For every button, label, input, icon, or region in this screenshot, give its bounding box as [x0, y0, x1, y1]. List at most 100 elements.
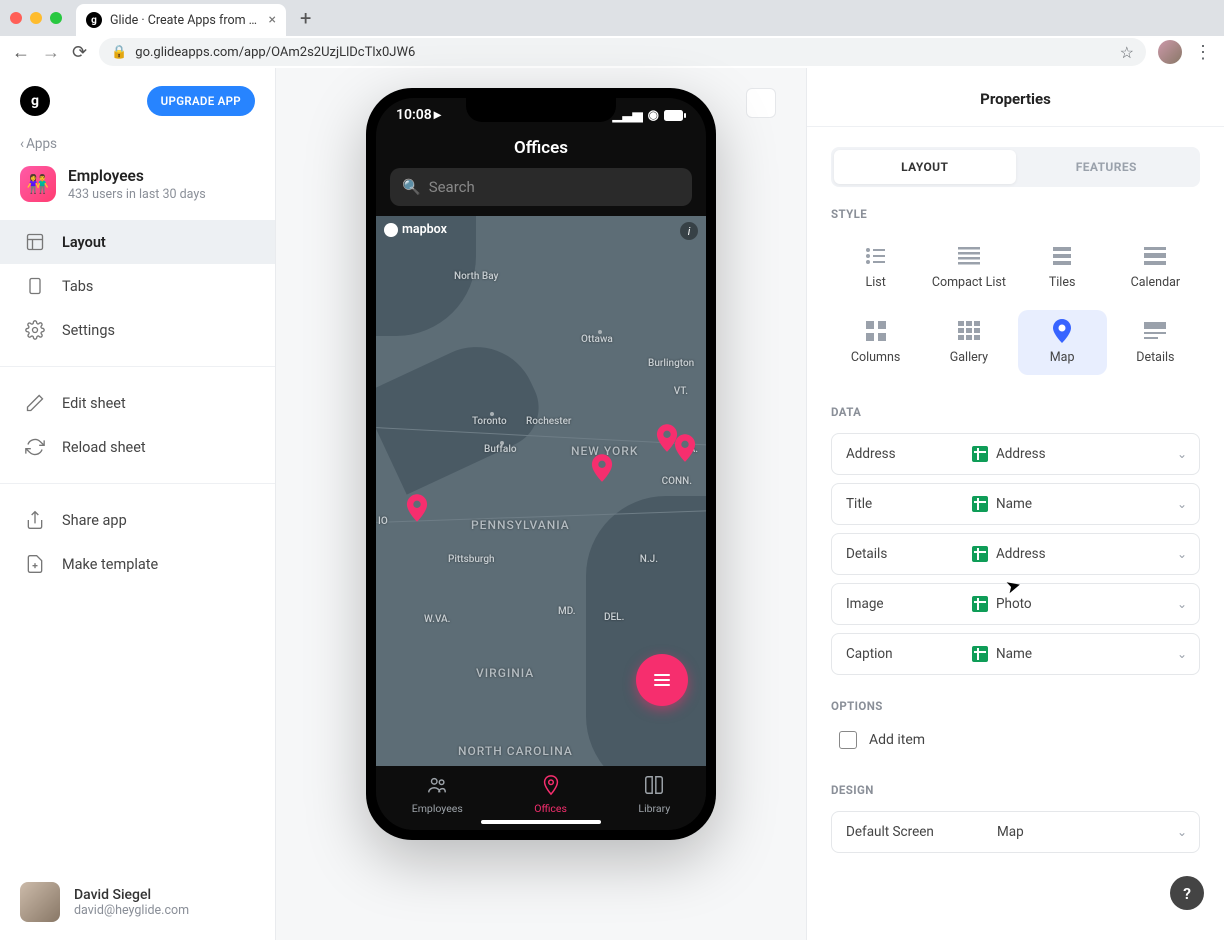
sheet-icon — [972, 496, 988, 512]
data-label: Details — [832, 546, 972, 562]
compact-list-style-icon — [956, 245, 982, 267]
app-subtitle: 433 users in last 30 days — [68, 187, 206, 202]
design-default-screen[interactable]: Default Screen Map⌄ — [831, 811, 1200, 853]
window-controls[interactable] — [10, 12, 62, 24]
chevron-down-icon: ⌄ — [1177, 547, 1187, 561]
style-label: Compact List — [932, 275, 1006, 290]
back-to-apps[interactable]: ‹ Apps — [0, 116, 275, 166]
chevron-down-icon: ⌄ — [1177, 497, 1187, 511]
tab-features[interactable]: FEATURES — [1016, 150, 1198, 184]
map-label: PENNSYLVANIA — [471, 518, 570, 532]
style-details[interactable]: Details — [1111, 310, 1200, 375]
maximize-window-icon[interactable] — [50, 12, 62, 24]
data-label: Image — [832, 596, 972, 612]
minimize-window-icon[interactable] — [30, 12, 42, 24]
checkbox-icon[interactable] — [839, 731, 857, 749]
sidebar-item-layout[interactable]: Layout — [0, 220, 275, 264]
sidebar-item-tabs[interactable]: Tabs — [0, 264, 275, 308]
profile-avatar[interactable] — [1158, 40, 1182, 64]
style-label: Gallery — [950, 350, 988, 365]
close-tab-icon[interactable]: × — [269, 12, 276, 28]
search-placeholder: Search — [429, 178, 475, 196]
new-tab-button[interactable]: + — [300, 6, 311, 30]
user-footer[interactable]: David Siegel david@heyglide.com — [0, 864, 275, 940]
tab-label: Offices — [534, 802, 567, 815]
refresh-icon — [24, 437, 46, 457]
reload-icon[interactable]: ⟳ — [72, 42, 87, 63]
data-row-address[interactable]: Address Address⌄ — [831, 433, 1200, 475]
phone-notch — [466, 98, 616, 122]
map-label: NORTH CAROLINA — [458, 744, 573, 758]
tab-library[interactable]: Library — [638, 774, 670, 815]
style-calendar[interactable]: Calendar — [1111, 235, 1200, 300]
chevron-down-icon: ⌄ — [1177, 597, 1187, 611]
map-label: VT. — [674, 386, 688, 397]
tab-title: Glide · Create Apps from Goog — [110, 13, 263, 28]
map-pin-icon[interactable] — [591, 454, 613, 482]
map-info-icon[interactable]: i — [680, 222, 698, 240]
forward-icon[interactable]: → — [42, 42, 60, 63]
list-fab-button[interactable] — [636, 654, 688, 706]
map-pin-icon[interactable] — [406, 494, 428, 522]
help-button[interactable]: ? — [1170, 876, 1204, 910]
map-pin-icon[interactable] — [674, 434, 696, 462]
mapbox-logo-icon — [384, 223, 398, 237]
sidebar-item-label: Make template — [62, 556, 158, 573]
screen-title: Offices — [376, 132, 706, 168]
sidebar-item-settings[interactable]: Settings — [0, 308, 275, 352]
bookmark-star-icon[interactable]: ☆ — [1120, 43, 1134, 62]
data-row-details[interactable]: Details Address⌄ — [831, 533, 1200, 575]
sidebar-item-share-app[interactable]: Share app — [0, 498, 275, 542]
url-text: go.glideapps.com/app/OAm2s2UzjLlDcTlx0JW… — [135, 45, 415, 60]
browser-tab[interactable]: g Glide · Create Apps from Goog × — [76, 4, 286, 36]
map-label: Ottawa — [581, 334, 613, 345]
sidebar-item-label: Tabs — [62, 278, 93, 295]
option-add-item[interactable]: Add item — [831, 727, 1200, 753]
divider — [0, 366, 275, 367]
map-label: CONN. — [662, 476, 692, 487]
tab-offices[interactable]: Offices — [534, 774, 567, 815]
platform-toggle-apple[interactable] — [746, 88, 776, 118]
style-gallery[interactable]: Gallery — [924, 310, 1013, 375]
signal-icon: ▁▃▅ — [613, 108, 643, 123]
tab-employees[interactable]: Employees — [412, 774, 463, 815]
map-label: North Bay — [454, 271, 498, 282]
user-email: david@heyglide.com — [74, 903, 189, 918]
address-bar[interactable]: 🔒 go.glideapps.com/app/OAm2s2UzjLlDcTlx0… — [99, 38, 1146, 66]
sidebar-item-label: Reload sheet — [62, 439, 146, 456]
kebab-menu-icon[interactable]: ⋮ — [1194, 42, 1212, 63]
tab-layout[interactable]: LAYOUT — [834, 150, 1016, 184]
sidebar-item-make-template[interactable]: Make template — [0, 542, 275, 586]
style-compact-list[interactable]: Compact List — [924, 235, 1013, 300]
search-input[interactable]: 🔍 Search — [390, 168, 692, 206]
properties-panel: Properties LAYOUT FEATURES STYLE List Co… — [806, 68, 1224, 940]
sidebar-item-edit-sheet[interactable]: Edit sheet — [0, 381, 275, 425]
list-icon — [654, 674, 670, 686]
data-label: Caption — [832, 646, 972, 662]
data-row-title[interactable]: Title Name⌄ — [831, 483, 1200, 525]
data-value: Name — [996, 646, 1032, 662]
sidebar-item-reload-sheet[interactable]: Reload sheet — [0, 425, 275, 469]
app-header[interactable]: 👫 Employees 433 users in last 30 days — [0, 166, 275, 220]
back-icon[interactable]: ← — [12, 42, 30, 63]
data-row-caption[interactable]: Caption Name⌄ — [831, 633, 1200, 675]
close-window-icon[interactable] — [10, 12, 22, 24]
map-label: Pittsburgh — [448, 554, 495, 565]
style-tiles[interactable]: Tiles — [1018, 235, 1107, 300]
style-label: List — [865, 275, 885, 290]
gallery-style-icon — [956, 320, 982, 342]
app-name: Employees — [68, 167, 206, 185]
style-map[interactable]: Map — [1018, 310, 1107, 375]
style-label: Tiles — [1049, 275, 1076, 290]
search-icon: 🔍 — [402, 178, 421, 196]
home-indicator[interactable] — [481, 820, 601, 824]
map-style-icon — [1049, 320, 1075, 342]
glide-logo-icon[interactable]: g — [20, 86, 50, 116]
style-list[interactable]: List — [831, 235, 920, 300]
style-columns[interactable]: Columns — [831, 310, 920, 375]
section-options: OPTIONS — [831, 699, 1200, 713]
style-label: Details — [1136, 350, 1174, 365]
upgrade-button[interactable]: UPGRADE APP — [147, 86, 255, 116]
map-view[interactable]: North Bay Ottawa Burlington VT. Toronto … — [376, 216, 706, 766]
sidebar-item-label: Share app — [62, 512, 127, 529]
